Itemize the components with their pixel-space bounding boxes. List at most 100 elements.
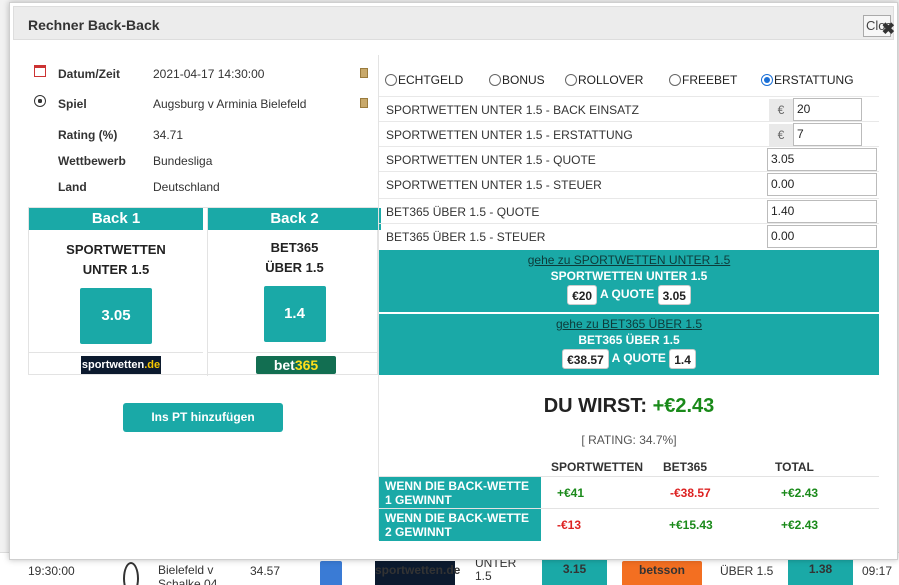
bet365-logo[interactable]: bet365 (256, 356, 336, 374)
bet2-stake-line: €38.57 A QUOTE 1.4 (379, 349, 879, 369)
radio-dot-selected[interactable] (761, 74, 773, 86)
back2-header: Back 2 (208, 208, 381, 230)
country-label: Land (58, 180, 87, 194)
modal-title: Rechner Back-Back (28, 17, 160, 33)
radio-dot[interactable] (669, 74, 681, 86)
outcome-b365: +€15.43 (669, 518, 713, 532)
logo-main: sportwetten (81, 359, 145, 371)
info-row-date: Datum/Zeit 2021-04-17 14:30:00 (28, 55, 378, 81)
tax2-input[interactable]: 0.00 (767, 225, 877, 248)
calculator-panel: ECHTGELD BONUS ROLLOVER FREEBET ERSTATTU… (378, 55, 879, 541)
info-row-rating: Rating (%) 34.71 (28, 116, 378, 142)
radio-label: ERSTATTUNG (774, 73, 854, 87)
bet2-quote: 1.4 (669, 349, 696, 369)
radio-label: BONUS (502, 73, 545, 87)
result-prefix: DU WIRST: (543, 395, 648, 417)
logo-main: bet (273, 357, 295, 373)
bet2-link[interactable]: gehe zu BET365 ÜBER 1.5 (379, 317, 879, 331)
quote1-label: SPORTWETTEN UNTER 1.5 - QUOTE (386, 153, 596, 167)
radio-dot[interactable] (385, 74, 397, 86)
result-rating: [ RATING: 34.7%] (581, 433, 677, 447)
back1-column: Back 1 SPORTWETTEN UNTER 1.5 3.05 sportw… (29, 208, 203, 376)
country-value: Deutschland (153, 180, 220, 194)
radio-dot[interactable] (489, 74, 501, 86)
bet1-quote: 3.05 (657, 285, 691, 305)
football-icon (123, 562, 139, 585)
radio-dot[interactable] (565, 74, 577, 86)
copy-icon[interactable] (360, 98, 368, 108)
radio-rollover[interactable]: ROLLOVER (565, 73, 643, 87)
info-row-country: Land Deutschland (28, 168, 378, 194)
radio-freebet[interactable]: FREEBET (669, 73, 737, 87)
stake-label: SPORTWETTEN UNTER 1.5 - BACK EINSATZ (386, 103, 639, 117)
row-refund: SPORTWETTEN UNTER 1.5 - ERSTATTUNG € 7 (379, 121, 879, 146)
football-icon (34, 95, 46, 107)
radio-label: ROLLOVER (578, 73, 644, 87)
radio-erstattung[interactable]: ERSTATTUNG (761, 73, 854, 87)
quote1-input[interactable]: 3.05 (767, 148, 877, 171)
match-label: Spiel (58, 97, 87, 111)
bg-time: 19:30:00 (28, 564, 75, 578)
copy-icon[interactable] (360, 68, 368, 78)
col-header-total: TOTAL (775, 460, 814, 474)
bet1-link[interactable]: gehe zu SPORTWETTEN UNTER 1.5 (379, 253, 879, 267)
outcome-row-1: WENN DIE BACK-WETTE 1 GEWINNT +€41 -€38.… (379, 476, 879, 509)
profit-result: DU WIRST: +€2.43 (379, 395, 879, 418)
bg-rating: 34.57 (250, 564, 281, 578)
row-quote1: SPORTWETTEN UNTER 1.5 - QUOTE 3.05 (379, 146, 879, 171)
outcome-label: WENN DIE BACK-WETTE 2 GEWINNT (379, 509, 541, 541)
logo-suffix: 365 (294, 357, 319, 373)
outcome-row-2: WENN DIE BACK-WETTE 2 GEWINNT -€13 +€15.… (379, 508, 879, 541)
date-label: Datum/Zeit (58, 67, 121, 81)
tax1-label: SPORTWETTEN UNTER 1.5 - STEUER (386, 178, 602, 192)
logo-suffix: .de (144, 359, 161, 371)
close-icon[interactable]: ✖ (882, 19, 895, 39)
quote2-input[interactable]: 1.40 (767, 200, 877, 223)
bg-time2: 09:17 (862, 564, 893, 578)
back2-market: ÜBER 1.5 (265, 260, 324, 275)
sportwetten-logo[interactable]: sportwetten.de (81, 356, 161, 374)
back-grid: Back 1 SPORTWETTEN UNTER 1.5 3.05 sportw… (28, 207, 382, 376)
modal-header: Rechner Back-Back Close ✖ (13, 6, 895, 40)
back1-name: SPORTWETTEN UNTER 1.5 (29, 240, 203, 280)
bet2-stake: €38.57 (562, 349, 609, 369)
calculator-modal: Rechner Back-Back Close ✖ Datum/Zeit 202… (9, 2, 898, 560)
row-stake: SPORTWETTEN UNTER 1.5 - BACK EINSATZ € 2… (379, 96, 879, 121)
bg-bookie1-logo[interactable]: sportwetten.de (375, 561, 460, 585)
outcome-label: WENN DIE BACK-WETTE 1 GEWINNT (379, 477, 541, 509)
back1-logo-row: sportwetten.de (29, 352, 203, 376)
bg-match: Bielefeld v Schalke 04 (158, 563, 218, 585)
back2-column: Back 2 BET365 ÜBER 1.5 1.4 bet365 (207, 208, 382, 376)
bet1-title: SPORTWETTEN UNTER 1.5 (550, 269, 708, 283)
radio-bonus[interactable]: BONUS (489, 73, 545, 87)
back1-market: UNTER 1.5 (82, 262, 150, 277)
bet2-instruction: gehe zu BET365 ÜBER 1.5 BET365 ÜBER 1.5 … (379, 313, 879, 375)
outcome-sw: +€41 (557, 486, 585, 500)
calculator-icon[interactable] (320, 561, 342, 585)
radio-label: ECHTGELD (398, 73, 464, 87)
competition-label: Wettbewerb (58, 154, 126, 168)
back1-odds[interactable]: 3.05 (80, 288, 152, 344)
row-quote2: BET365 ÜBER 1.5 - QUOTE 1.40 (379, 198, 879, 223)
bet1-at-quote: A QUOTE (599, 287, 655, 302)
bet1-stake: €20 (567, 285, 598, 305)
back2-odds[interactable]: 1.4 (263, 286, 326, 342)
euro-icon: € (769, 99, 793, 121)
bet1-stake-line: €20 A QUOTE 3.05 (379, 285, 879, 305)
refund-input[interactable]: 7 (793, 123, 862, 146)
rating-label: Rating (%) (58, 128, 118, 142)
tax1-input[interactable]: 0.00 (767, 173, 877, 196)
date-value: 2021-04-17 14:30:00 (153, 67, 265, 81)
bet2-at-quote: A QUOTE (611, 351, 666, 366)
info-row-competition: Wettbewerb Bundesliga (28, 142, 378, 168)
stake-input[interactable]: 20 (793, 98, 862, 121)
back2-name: BET365 ÜBER 1.5 (208, 238, 381, 278)
back2-bookie: BET365 (270, 240, 319, 255)
bg-bookie2-logo[interactable]: betsson (622, 561, 702, 585)
euro-icon: € (769, 124, 793, 146)
calendar-icon (34, 65, 46, 77)
add-to-pt-button[interactable]: Ins PT hinzufügen (123, 403, 283, 432)
radio-echtgeld[interactable]: ECHTGELD (385, 73, 463, 87)
row-tax1: SPORTWETTEN UNTER 1.5 - STEUER 0.00 (379, 171, 879, 196)
outcome-sw: -€13 (557, 518, 582, 532)
